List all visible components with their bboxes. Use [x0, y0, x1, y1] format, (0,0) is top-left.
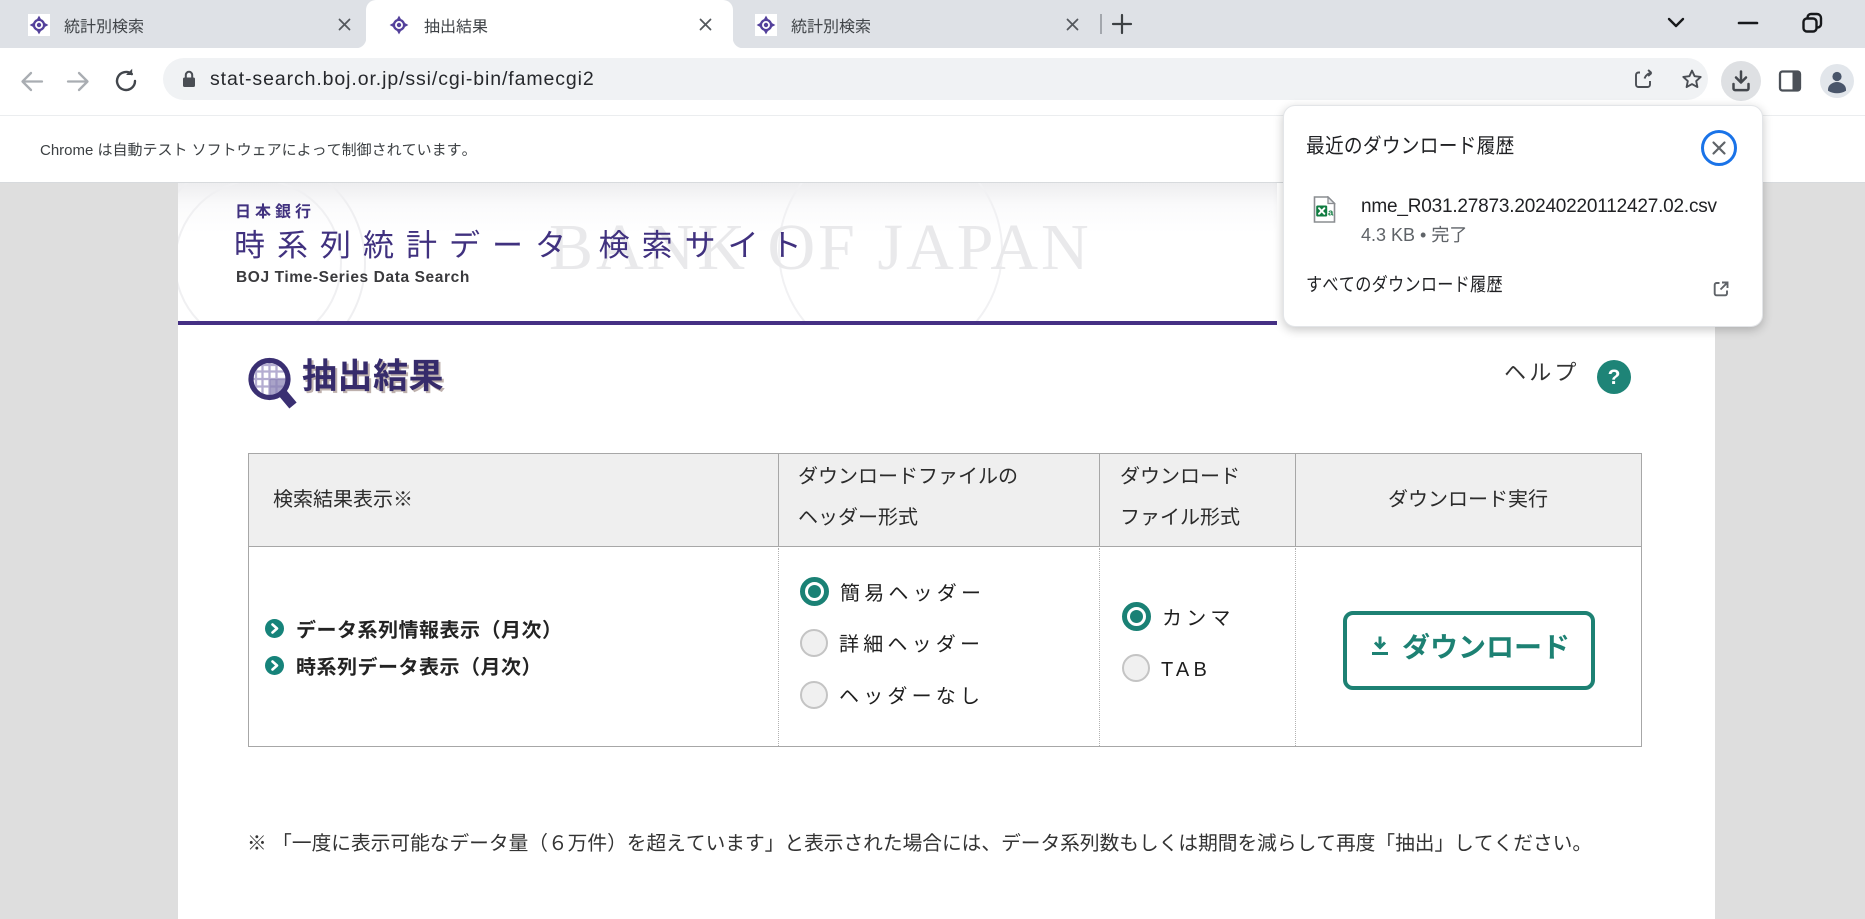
- radio-simple-header[interactable]: 簡易ヘッダー: [800, 577, 985, 606]
- tab-3[interactable]: 統計別検索: [733, 0, 1100, 48]
- tab-1[interactable]: 統計別検索: [6, 0, 366, 48]
- minimize-icon[interactable]: [1735, 12, 1761, 39]
- share-icon[interactable]: [1632, 67, 1656, 96]
- table-column-separator: [1099, 454, 1100, 547]
- col-header-line: ヘッダー形式: [798, 495, 1018, 536]
- downloaded-file-name[interactable]: nme_R031.27873.20240220112427.02.csv: [1361, 196, 1717, 218]
- tab-search-chevron-icon[interactable]: [1663, 15, 1689, 38]
- bubble-title: 最近のダウンロード履歴: [1306, 130, 1515, 160]
- profile-avatar[interactable]: [1820, 64, 1854, 103]
- lock-icon[interactable]: [180, 69, 198, 94]
- tab-title: 抽出結果: [424, 0, 488, 48]
- help-question-icon[interactable]: ?: [1597, 360, 1631, 394]
- radio-selected-icon[interactable]: [1122, 602, 1151, 631]
- tab-strip: 統計別検索 抽出結果 統計別検索: [0, 0, 1865, 48]
- footnote-text: ※ 「一度に表示可能なデータ量（６万件）を超えています」と表示された場合には、デ…: [247, 827, 1592, 856]
- link-time-series-data[interactable]: 時系列データ表示（月次）: [265, 647, 542, 684]
- col-header-line: ダウンロード: [1120, 454, 1240, 495]
- url-text[interactable]: stat-search.boj.or.jp/ssi/cgi-bin/famecg…: [210, 58, 595, 100]
- radio-label: 詳細ヘッダー: [839, 628, 984, 657]
- tab-corner-curve: [356, 38, 366, 48]
- boj-favicon: [388, 14, 410, 36]
- infobar-message: Chrome は自動テスト ソフトウェアによって制御されています。: [40, 116, 477, 182]
- col-header-execute: ダウンロード実行: [1295, 477, 1641, 518]
- download-icon: [1368, 634, 1392, 658]
- table-column-separator-dotted: [1295, 548, 1296, 746]
- radio-tab[interactable]: TAB: [1122, 653, 1211, 682]
- tab-close-icon[interactable]: [696, 15, 715, 34]
- all-downloads-link[interactable]: すべてのダウンロード履歴: [1306, 270, 1503, 297]
- svg-text:a: a: [1328, 208, 1334, 219]
- section-title: 抽出結果: [302, 348, 444, 399]
- downloaded-file-meta: 4.3 KB • 完了: [1361, 221, 1467, 247]
- radio-label: TAB: [1161, 653, 1211, 682]
- external-link-icon: [1711, 279, 1731, 304]
- boj-favicon: [755, 14, 777, 36]
- download-button[interactable]: ダウンロード: [1343, 611, 1595, 690]
- radio-unselected-icon[interactable]: [1122, 654, 1150, 682]
- side-panel-icon[interactable]: [1776, 67, 1804, 100]
- radio-unselected-icon[interactable]: [800, 681, 828, 709]
- search-grid-icon: [248, 357, 300, 418]
- table-header-row: 検索結果表示※ ダウンロードファイルの ヘッダー形式 ダウンロード ファイル形式…: [249, 454, 1641, 547]
- tab-close-icon[interactable]: [1063, 15, 1082, 34]
- restore-window-icon[interactable]: [1798, 9, 1828, 44]
- radio-label: ヘッダーなし: [839, 680, 984, 709]
- arrow-bullet-icon: [265, 619, 284, 638]
- downloads-bubble: 最近のダウンロード履歴 a nme_R031.27873.20240220112…: [1283, 105, 1763, 327]
- link-label: データ系列情報表示（月次）: [296, 614, 563, 643]
- bookmark-star-icon[interactable]: [1680, 67, 1704, 96]
- link-data-series-info[interactable]: データ系列情報表示（月次）: [265, 610, 563, 647]
- tab-divider: [1100, 14, 1102, 34]
- arrow-bullet-icon: [265, 656, 284, 675]
- radio-label: カンマ: [1162, 602, 1235, 631]
- col-header-file-format: ダウンロード ファイル形式: [1120, 454, 1240, 536]
- radio-comma[interactable]: カンマ: [1122, 602, 1235, 631]
- help-link[interactable]: ヘルプ: [1504, 355, 1580, 387]
- radio-detailed-header[interactable]: 詳細ヘッダー: [800, 628, 984, 657]
- table-column-separator-dotted: [778, 548, 779, 746]
- table-column-separator-dotted: [1099, 548, 1100, 746]
- col-header-header-format: ダウンロードファイルの ヘッダー形式: [798, 454, 1018, 536]
- radio-label: 簡易ヘッダー: [840, 577, 985, 606]
- table-column-separator: [1295, 454, 1296, 547]
- tab-title: 統計別検索: [64, 0, 144, 48]
- back-icon[interactable]: [18, 68, 45, 100]
- download-button-label: ダウンロード: [1402, 626, 1570, 666]
- site-header: BANK OF JAPAN 日本銀行 時系列統計データ 検索サイト BOJ Ti…: [178, 183, 1277, 325]
- link-label: 時系列データ表示（月次）: [296, 651, 542, 680]
- org-name-jp: 日本銀行: [235, 198, 315, 222]
- site-title: 時系列統計データ 検索サイト: [234, 220, 814, 265]
- radio-no-header[interactable]: ヘッダーなし: [800, 680, 984, 709]
- download-options-table: 検索結果表示※ ダウンロードファイルの ヘッダー形式 ダウンロード ファイル形式…: [248, 453, 1642, 747]
- forward-icon[interactable]: [65, 68, 92, 100]
- address-bar[interactable]: stat-search.boj.or.jp/ssi/cgi-bin/famecg…: [163, 58, 1708, 100]
- reload-icon[interactable]: [112, 67, 140, 100]
- site-subtitle-en: BOJ Time-Series Data Search: [236, 269, 470, 287]
- radio-selected-icon[interactable]: [800, 577, 829, 606]
- downloads-button-active[interactable]: [1721, 61, 1761, 101]
- col-header-results: 検索結果表示※: [273, 477, 413, 518]
- new-tab-button[interactable]: [1108, 10, 1136, 38]
- table-column-separator: [778, 454, 779, 547]
- boj-favicon: [28, 14, 50, 36]
- tab-title: 統計別検索: [791, 0, 871, 48]
- csv-file-icon: a: [1313, 196, 1336, 228]
- radio-unselected-icon[interactable]: [800, 629, 828, 657]
- tab-close-icon[interactable]: [335, 15, 354, 34]
- bubble-close-button[interactable]: [1701, 130, 1737, 166]
- col-header-line: ファイル形式: [1120, 495, 1240, 536]
- tab-2-active[interactable]: 抽出結果: [366, 0, 733, 48]
- col-header-line: ダウンロードファイルの: [798, 454, 1018, 495]
